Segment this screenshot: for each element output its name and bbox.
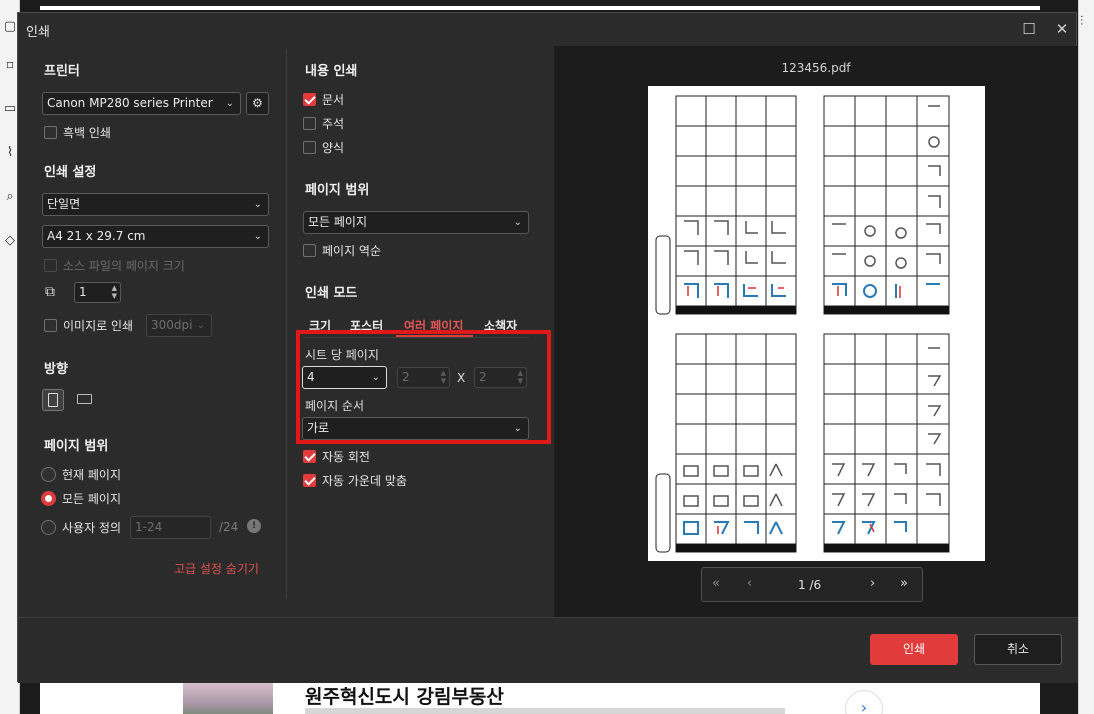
checkbox-box[interactable] xyxy=(303,93,316,106)
printer-section-title: 프린터 xyxy=(44,64,80,79)
reverse-pages-checkbox[interactable]: 페이지 역순 xyxy=(303,242,381,259)
radio-dot[interactable] xyxy=(41,467,56,482)
hide-advanced-link[interactable]: 고급 설정 숨기기 xyxy=(174,560,259,577)
auto-rotate-checkbox[interactable]: 자동 회전 xyxy=(303,448,370,465)
copies-spinner[interactable]: 1 ▲ ▼ xyxy=(74,282,121,303)
chevron-down-icon: ⌄ xyxy=(225,98,234,109)
spinner-arrows-icon[interactable]: ▲ ▼ xyxy=(112,284,117,300)
chevron-down-icon: ⌄ xyxy=(513,217,522,228)
chevron-down-icon: ⌄ xyxy=(253,199,262,210)
custom-label: 사용자 정의 xyxy=(62,521,122,535)
info-icon[interactable]: ! xyxy=(247,519,261,533)
printer-properties-button[interactable]: ⚙ xyxy=(246,92,269,115)
print-dialog: 인쇄 ☐ ✕ 프린터 Canon MP280 series Printer ⌄ … xyxy=(17,12,1078,683)
annotation-checkbox[interactable]: 주석 xyxy=(303,115,344,132)
print-mode-title: 인쇄 모드 xyxy=(305,286,358,301)
background-toolbar xyxy=(40,6,1040,10)
grayscale-label: 흑백 인쇄 xyxy=(63,126,111,140)
auto-rotate-label: 자동 회전 xyxy=(322,450,370,464)
portrait-button[interactable] xyxy=(42,389,64,411)
auto-center-label: 자동 가운데 맞춤 xyxy=(322,474,407,488)
next-page-icon[interactable]: › xyxy=(870,576,875,591)
annotation-label: 주석 xyxy=(322,117,345,131)
preview-file-name: 123456.pdf xyxy=(781,61,851,75)
content-section-title: 내용 인쇄 xyxy=(305,64,358,79)
checkbox-box[interactable] xyxy=(303,450,316,463)
checkbox-box[interactable] xyxy=(44,319,57,332)
checkbox-box[interactable] xyxy=(303,474,316,487)
landscape-icon xyxy=(77,394,92,404)
prev-page-icon[interactable]: ‹ xyxy=(747,576,752,591)
custom-range-placeholder: 1-24 xyxy=(135,520,163,534)
custom-range-input[interactable]: 1-24 xyxy=(130,516,211,539)
last-page-icon[interactable]: » xyxy=(900,576,908,591)
print-preview-panel: 123456.pdf « ‹ 1 /6 › » xyxy=(554,46,1078,617)
chevron-down-icon: ⌄ xyxy=(253,231,262,242)
radio-custom[interactable]: 사용자 정의 xyxy=(41,519,121,536)
dialog-footer: 인쇄 취소 xyxy=(18,617,1078,683)
current-page-label: 현재 페이지 xyxy=(62,468,122,482)
preview-page-content xyxy=(655,95,950,553)
background-right-panel: ⫶ xyxy=(1078,0,1094,714)
print-button[interactable]: 인쇄 xyxy=(870,634,958,665)
radio-all-pages[interactable]: 모든 페이지 xyxy=(41,490,121,507)
cancel-button[interactable]: 취소 xyxy=(974,634,1062,665)
portrait-icon xyxy=(48,393,58,407)
ad-thumbnail[interactable] xyxy=(183,681,273,714)
page-total: /24 xyxy=(219,520,239,534)
printer-select[interactable]: Canon MP280 series Printer ⌄ xyxy=(42,92,241,115)
paper-size-value: A4 21 x 29.7 cm xyxy=(47,229,146,243)
radio-current-page[interactable]: 현재 페이지 xyxy=(41,466,121,483)
paper-size-select[interactable]: A4 21 x 29.7 cm ⌄ xyxy=(42,225,269,248)
preview-page xyxy=(648,86,985,561)
print-as-image-label: 이미지로 인쇄 xyxy=(63,319,134,333)
dpi-select: 300dpi ⌄ xyxy=(146,314,212,337)
radio-dot[interactable] xyxy=(41,491,56,506)
grayscale-checkbox[interactable]: 흑백 인쇄 xyxy=(44,124,111,141)
settings-sliders-icon[interactable]: ⫶ xyxy=(1080,14,1083,29)
page-range-select[interactable]: 모든 페이지 ⌄ xyxy=(303,211,529,234)
checkbox-box[interactable] xyxy=(44,259,57,272)
chevron-down-icon: ⌄ xyxy=(196,320,205,331)
checkbox-box[interactable] xyxy=(303,141,316,154)
dialog-title: 인쇄 xyxy=(26,25,50,40)
auto-center-checkbox[interactable]: 자동 가운데 맞춤 xyxy=(303,472,407,489)
dpi-value: 300dpi xyxy=(151,318,193,332)
ad-subtitle xyxy=(305,708,785,714)
checkbox-box[interactable] xyxy=(44,126,57,139)
print-as-image-checkbox[interactable]: 이미지로 인쇄 xyxy=(44,317,133,334)
close-icon[interactable]: ✕ xyxy=(1051,19,1073,39)
radio-dot[interactable] xyxy=(41,520,56,535)
page-range-value: 모든 페이지 xyxy=(308,215,368,229)
checkbox-box[interactable] xyxy=(303,244,316,257)
gear-icon: ⚙ xyxy=(252,96,263,110)
printer-select-value: Canon MP280 series Printer xyxy=(47,96,213,110)
form-label: 양식 xyxy=(322,141,345,155)
form-checkbox[interactable]: 양식 xyxy=(303,139,344,156)
column-divider xyxy=(286,49,287,599)
all-pages-label: 모든 페이지 xyxy=(62,492,122,506)
highlight-box xyxy=(296,330,551,444)
page-range-mid-title: 페이지 범위 xyxy=(305,183,370,198)
copies-icon: ⧉ xyxy=(45,284,55,300)
preview-pager: « ‹ 1 /6 › » xyxy=(701,567,923,602)
ad-title[interactable]: 원주혁신도시 강림부동산 xyxy=(305,682,504,709)
first-page-icon[interactable]: « xyxy=(712,576,720,591)
print-settings-title: 인쇄 설정 xyxy=(44,165,97,180)
dialog-titlebar: 인쇄 ☐ ✕ xyxy=(18,13,1076,45)
source-size-label: 소스 파일의 페이지 크기 xyxy=(63,259,185,273)
document-checkbox[interactable]: 문서 xyxy=(303,91,344,108)
page-indicator: 1 /6 xyxy=(798,578,822,592)
document-label: 문서 xyxy=(322,93,345,107)
page-range-title: 페이지 범위 xyxy=(44,439,109,454)
copies-value: 1 xyxy=(79,285,87,299)
reverse-pages-label: 페이지 역순 xyxy=(322,244,382,258)
checkbox-box[interactable] xyxy=(303,117,316,130)
maximize-icon[interactable]: ☐ xyxy=(1018,19,1040,39)
duplex-select[interactable]: 단일면 ⌄ xyxy=(42,193,269,216)
landscape-button[interactable] xyxy=(74,389,96,411)
duplex-value: 단일면 xyxy=(47,197,81,211)
source-size-checkbox[interactable]: 소스 파일의 페이지 크기 xyxy=(44,257,185,274)
orientation-title: 방향 xyxy=(44,362,68,377)
